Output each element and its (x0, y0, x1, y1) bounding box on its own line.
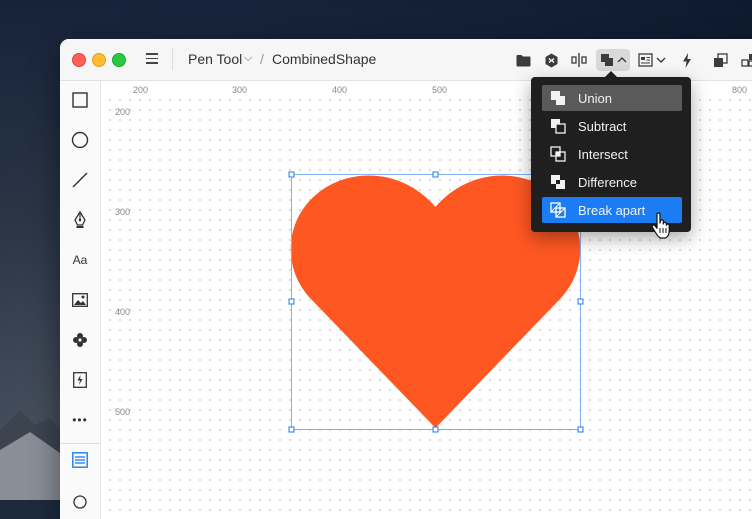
difference-icon (549, 173, 567, 191)
menu-item-difference[interactable]: Difference (542, 169, 682, 195)
union-icon (549, 89, 567, 107)
boolean-ops-menu: Union Subtract Intersect Difference Brea… (531, 77, 691, 232)
menu-item-union[interactable]: Union (542, 85, 682, 111)
menu-item-label: Intersect (578, 147, 628, 162)
menu-item-intersect[interactable]: Intersect (542, 141, 682, 167)
menu-item-subtract[interactable]: Subtract (542, 113, 682, 139)
hand-cursor-icon (650, 212, 674, 240)
menu-item-label: Difference (578, 175, 637, 190)
menu-item-label: Union (578, 91, 612, 106)
menu-item-label: Break apart (578, 203, 645, 218)
canvas-artwork (0, 0, 752, 500)
menu-item-label: Subtract (578, 119, 626, 134)
subtract-icon (549, 117, 567, 135)
break-apart-icon (549, 201, 567, 219)
intersect-icon (549, 145, 567, 163)
